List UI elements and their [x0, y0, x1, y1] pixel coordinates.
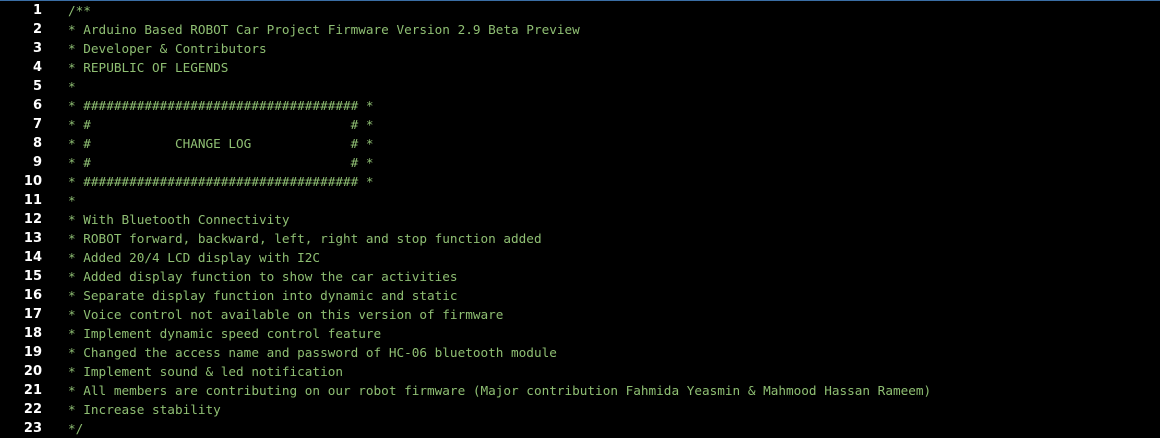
- line-number: 10: [23, 174, 42, 189]
- line-number: 1: [32, 3, 42, 18]
- comment-text[interactable]: * Implement dynamic speed control featur…: [68, 324, 381, 343]
- line-number: 5: [32, 79, 42, 94]
- comment-text[interactable]: * Added 20/4 LCD display with I2C: [68, 248, 320, 267]
- line-number: 19: [23, 345, 42, 360]
- comment-text[interactable]: *: [68, 77, 76, 96]
- code-line[interactable]: 5 *: [0, 77, 1160, 96]
- line-number: 23: [23, 421, 42, 436]
- line-number: 3: [32, 41, 42, 56]
- code-line[interactable]: 15 * Added display function to show the c…: [0, 267, 1160, 286]
- line-number: 17: [23, 307, 42, 322]
- line-number: 12: [23, 212, 42, 227]
- comment-text[interactable]: * REPUBLIC OF LEGENDS: [68, 58, 228, 77]
- line-number: 2: [32, 22, 42, 37]
- code-line[interactable]: 8 * # CHANGE LOG # *: [0, 134, 1160, 153]
- comment-text[interactable]: * #################################### *: [68, 172, 374, 191]
- line-number: 9: [32, 155, 42, 170]
- comment-text[interactable]: * # # *: [68, 153, 374, 172]
- comment-text[interactable]: * # # *: [68, 115, 374, 134]
- code-line[interactable]: 4 * REPUBLIC OF LEGENDS: [0, 58, 1160, 77]
- comment-text[interactable]: * Voice control not available on this ve…: [68, 305, 503, 324]
- comment-text[interactable]: * Changed the access name and password o…: [68, 343, 557, 362]
- comment-text[interactable]: */: [68, 419, 83, 438]
- code-line[interactable]: 21 * All members are contributing on our …: [0, 381, 1160, 400]
- comment-text[interactable]: * ROBOT forward, backward, left, right a…: [68, 229, 542, 248]
- comment-text[interactable]: *: [68, 191, 76, 210]
- code-line[interactable]: 11 *: [0, 191, 1160, 210]
- code-line[interactable]: 16 * Separate display function into dynam…: [0, 286, 1160, 305]
- line-number: 20: [23, 364, 42, 379]
- comment-text[interactable]: * Increase stability: [68, 400, 221, 419]
- comment-text[interactable]: * Developer & Contributors: [68, 39, 267, 58]
- comment-text[interactable]: /**: [68, 1, 91, 20]
- code-line[interactable]: 3 * Developer & Contributors: [0, 39, 1160, 58]
- line-number: 4: [32, 60, 42, 75]
- line-number: 22: [23, 402, 42, 417]
- code-line[interactable]: 23 */: [0, 419, 1160, 438]
- code-line[interactable]: 2 * Arduino Based ROBOT Car Project Firmw…: [0, 20, 1160, 39]
- comment-text[interactable]: * Separate display function into dynamic…: [68, 286, 458, 305]
- line-number: 11: [23, 193, 42, 208]
- line-number: 13: [23, 231, 42, 246]
- code-line[interactable]: 7 * # # *: [0, 115, 1160, 134]
- code-line[interactable]: 19 * Changed the access name and password…: [0, 343, 1160, 362]
- line-number: 14: [23, 250, 42, 265]
- comment-text[interactable]: * # CHANGE LOG # *: [68, 134, 374, 153]
- comment-text[interactable]: * Implement sound & led notification: [68, 362, 343, 381]
- line-number: 8: [32, 136, 42, 151]
- code-line[interactable]: 9 * # # *: [0, 153, 1160, 172]
- code-line[interactable]: 10 * ####################################…: [0, 172, 1160, 191]
- line-number: 7: [32, 117, 42, 132]
- line-number: 18: [23, 326, 42, 341]
- code-line[interactable]: 14 * Added 20/4 LCD display with I2C: [0, 248, 1160, 267]
- code-line[interactable]: 1 /**: [0, 1, 1160, 20]
- line-number: 6: [32, 98, 42, 113]
- code-line[interactable]: 18 * Implement dynamic speed control feat…: [0, 324, 1160, 343]
- code-line[interactable]: 22 * Increase stability: [0, 400, 1160, 419]
- comment-text[interactable]: * All members are contributing on our ro…: [68, 381, 931, 400]
- line-number: 15: [23, 269, 42, 284]
- code-line[interactable]: 13 * ROBOT forward, backward, left, right…: [0, 229, 1160, 248]
- code-line[interactable]: 17 * Voice control not available on this …: [0, 305, 1160, 324]
- code-line[interactable]: 20 * Implement sound & led notification: [0, 362, 1160, 381]
- line-number: 21: [23, 383, 42, 398]
- code-line[interactable]: 6 * #################################### …: [0, 96, 1160, 115]
- code-editor[interactable]: 1 /** 2 * Arduino Based ROBOT Car Project …: [0, 1, 1160, 438]
- comment-text[interactable]: * With Bluetooth Connectivity: [68, 210, 290, 229]
- line-number: 16: [23, 288, 42, 303]
- comment-text[interactable]: * Arduino Based ROBOT Car Project Firmwa…: [68, 20, 580, 39]
- comment-text[interactable]: * Added display function to show the car…: [68, 267, 458, 286]
- code-line[interactable]: 12 * With Bluetooth Connectivity: [0, 210, 1160, 229]
- comment-text[interactable]: * #################################### *: [68, 96, 374, 115]
